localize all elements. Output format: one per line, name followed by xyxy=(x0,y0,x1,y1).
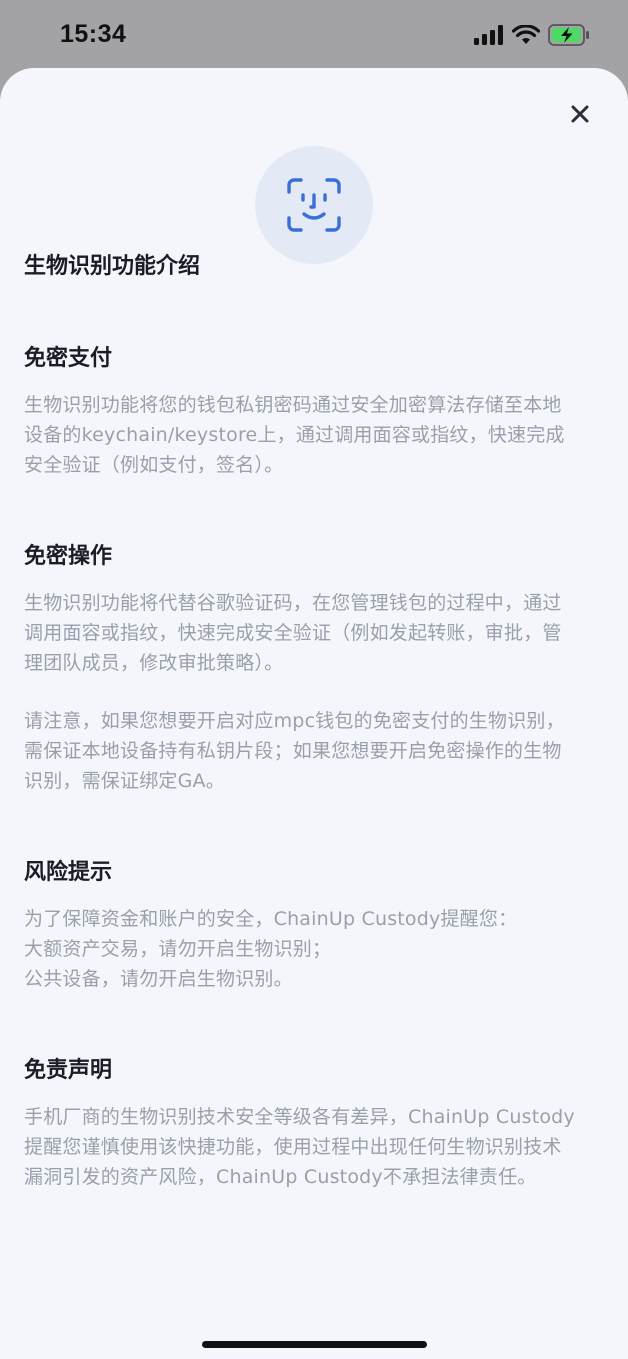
section-paragraph: 生物识别功能将您的钱包私钥密码通过安全加密算法存储至本地 设备的keychain… xyxy=(24,394,565,476)
status-bar: 15:34 xyxy=(0,0,628,70)
section-paragraph: 为了保障资金和账户的安全，ChainUp Custody提醒您： 大额资产交易，… xyxy=(24,908,518,990)
face-id-icon xyxy=(287,178,341,232)
section-paragraph: 请注意，如果您想要开启对应mpc钱包的免密支付的生物识别， 需保证本地设备持有私… xyxy=(24,710,565,792)
section-risk-notice: 风险提示 为了保障资金和账户的安全，ChainUp Custody提醒您： 大额… xyxy=(24,858,604,994)
section-title: 免密操作 xyxy=(24,544,113,569)
section-paragraph: 生物识别功能将代替谷歌验证码，在您管理钱包的过程中，通过 调用面容或指纹，快速完… xyxy=(24,592,562,674)
battery-charging-icon xyxy=(548,24,590,50)
section-paragraph: 手机厂商的生物识别技术安全等级各有差异，ChainUp Custody 提醒您谨… xyxy=(24,1106,575,1188)
screen: 15:34 生物识别功能介绍 免密支付 生物识别功能将您的钱包私钥密码通过安全加… xyxy=(0,0,628,1359)
close-icon xyxy=(571,105,589,123)
close-button[interactable] xyxy=(564,98,596,130)
face-id-badge xyxy=(255,146,373,264)
section-password-free-payment: 免密支付 生物识别功能将您的钱包私钥密码通过安全加密算法存储至本地 设备的key… xyxy=(24,344,604,480)
intro-title: 生物识别功能介绍 xyxy=(24,254,201,279)
status-time: 15:34 xyxy=(60,20,127,48)
wifi-icon xyxy=(511,24,541,49)
section-title: 免责声明 xyxy=(24,1058,113,1083)
section-title: 风险提示 xyxy=(24,860,113,885)
section-title: 免密支付 xyxy=(24,346,113,371)
status-icons xyxy=(474,24,590,50)
intro-content: 生物识别功能介绍 免密支付 生物识别功能将您的钱包私钥密码通过安全加密算法存储至… xyxy=(24,252,604,1192)
section-password-free-operation: 免密操作 生物识别功能将代替谷歌验证码，在您管理钱包的过程中，通过 调用面容或指… xyxy=(24,542,604,796)
section-disclaimer: 免责声明 手机厂商的生物识别技术安全等级各有差异，ChainUp Custody… xyxy=(24,1056,604,1192)
home-indicator[interactable] xyxy=(202,1341,427,1348)
cellular-signal-icon xyxy=(474,25,504,49)
